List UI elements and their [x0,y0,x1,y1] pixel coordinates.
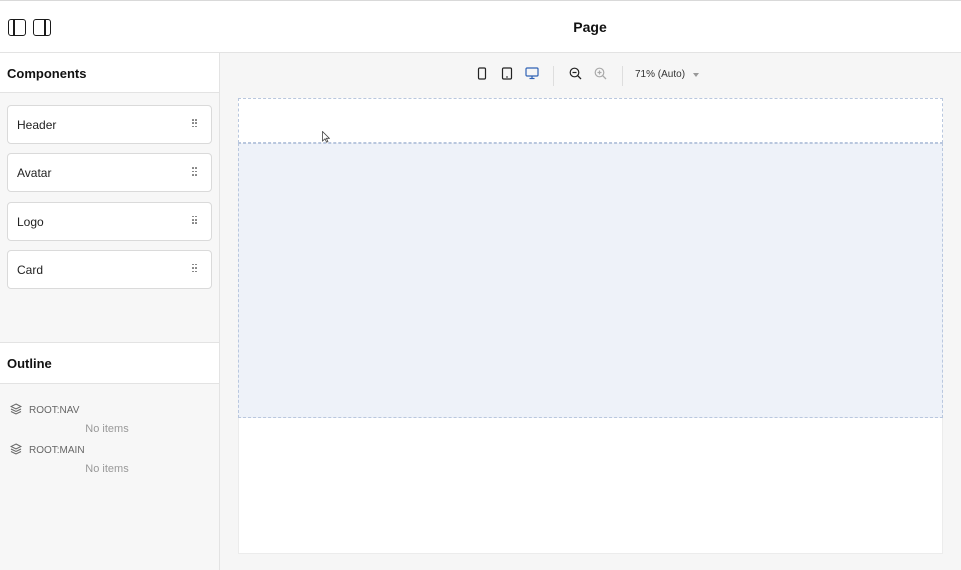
grip-dots-icon[interactable] [192,119,197,128]
toolbar-divider [622,66,623,86]
left-sidebar: Components Header Avatar Logo Card Outli… [0,53,220,570]
component-item-logo[interactable]: Logo [7,201,212,241]
mouse-cursor-icon [322,131,330,143]
outline-empty-text: No items [85,423,129,435]
drop-zone-root-nav[interactable] [238,98,943,143]
zoom-out-icon[interactable] [569,67,582,80]
drop-zone-root-main[interactable] [238,143,943,418]
outline-root-main[interactable]: ROOT:MAIN [10,442,219,462]
component-label: Logo [17,214,44,229]
layers-icon [10,443,22,455]
outline-root-label: ROOT:MAIN [29,445,85,456]
zoom-in-icon[interactable] [594,67,607,80]
toolbar-divider [553,66,554,86]
component-item-card[interactable]: Card [7,249,212,289]
outline-tree: ROOT:NAV No items ROOT:MAIN No items [0,384,219,482]
chevron-down-icon[interactable] [693,73,699,77]
outline-root-label: ROOT:NAV [29,405,80,416]
grip-dots-icon[interactable] [192,215,197,225]
page-title: Page [573,19,607,35]
component-label: Avatar [17,166,52,181]
component-label: Header [17,118,57,132]
layers-icon [10,403,22,415]
outline-empty-text: No items [85,463,129,475]
canvas-toolbar: 71% (Auto) [220,53,961,97]
component-item-avatar[interactable]: Avatar [7,153,212,193]
zoom-select[interactable]: 71% (Auto) [635,69,685,80]
grip-dots-icon[interactable] [192,263,197,273]
components-list: Header Avatar Logo Card [0,93,219,343]
component-item-header[interactable]: Header [7,105,212,144]
top-bar: Page [0,0,961,53]
tablet-icon[interactable] [501,67,513,80]
components-heading: Components [0,53,219,93]
desktop-icon[interactable] [525,67,539,80]
outline-root-nav[interactable]: ROOT:NAV [10,402,219,422]
mobile-icon[interactable] [477,67,487,80]
component-label: Card [17,262,44,277]
grip-dots-icon[interactable] [192,167,197,176]
outline-heading: Outline [0,343,219,384]
